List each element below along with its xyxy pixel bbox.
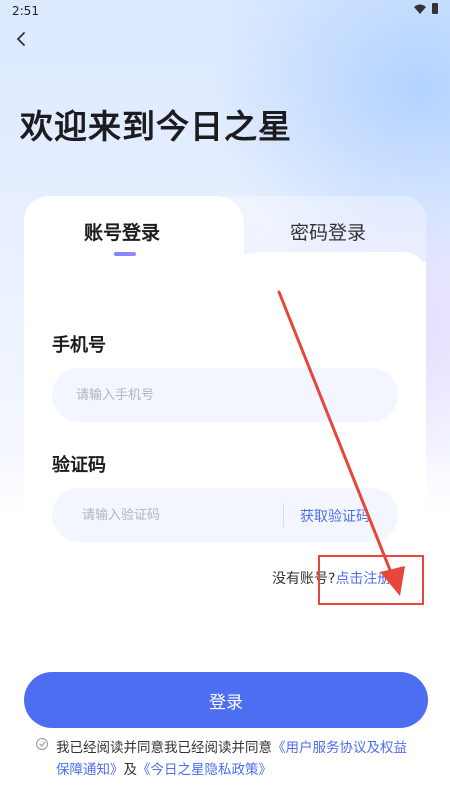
privacy-link[interactable]: 《今日之星隐私政策》 <box>137 762 272 778</box>
chevron-left-icon <box>16 32 25 46</box>
agreement-text: 我已经阅读并同意我已经阅读并同意《用户服务协议及权益保障通知》及《今日之星隐私政… <box>56 737 418 781</box>
page-title: 欢迎来到今日之星 <box>20 107 292 146</box>
phone-label: 手机号 <box>52 335 106 356</box>
code-divider <box>283 503 284 527</box>
tab-active-indicator <box>114 252 136 256</box>
annotation-highlight-box <box>318 555 424 605</box>
agreement-connector: 及 <box>123 762 138 778</box>
login-button[interactable]: 登录 <box>24 672 428 728</box>
wifi-icon <box>414 4 426 14</box>
check-icon <box>38 741 46 747</box>
battery-icon <box>432 3 438 14</box>
status-time: 2:51 <box>12 4 39 18</box>
agreement-prefix: 我已经阅读并同意我已经阅读并同意 <box>56 740 272 756</box>
tab-account-login[interactable]: 账号登录 <box>84 218 160 245</box>
code-label: 验证码 <box>52 455 106 476</box>
tab-password-login[interactable]: 密码登录 <box>290 218 366 245</box>
agreement-checkbox[interactable] <box>36 738 48 750</box>
status-icons <box>414 3 438 14</box>
phone-input[interactable] <box>52 368 398 422</box>
card-body <box>24 262 426 596</box>
status-bar: 2:51 <box>0 0 450 22</box>
back-button[interactable] <box>10 28 32 50</box>
get-code-button[interactable]: 获取验证码 <box>300 506 370 526</box>
